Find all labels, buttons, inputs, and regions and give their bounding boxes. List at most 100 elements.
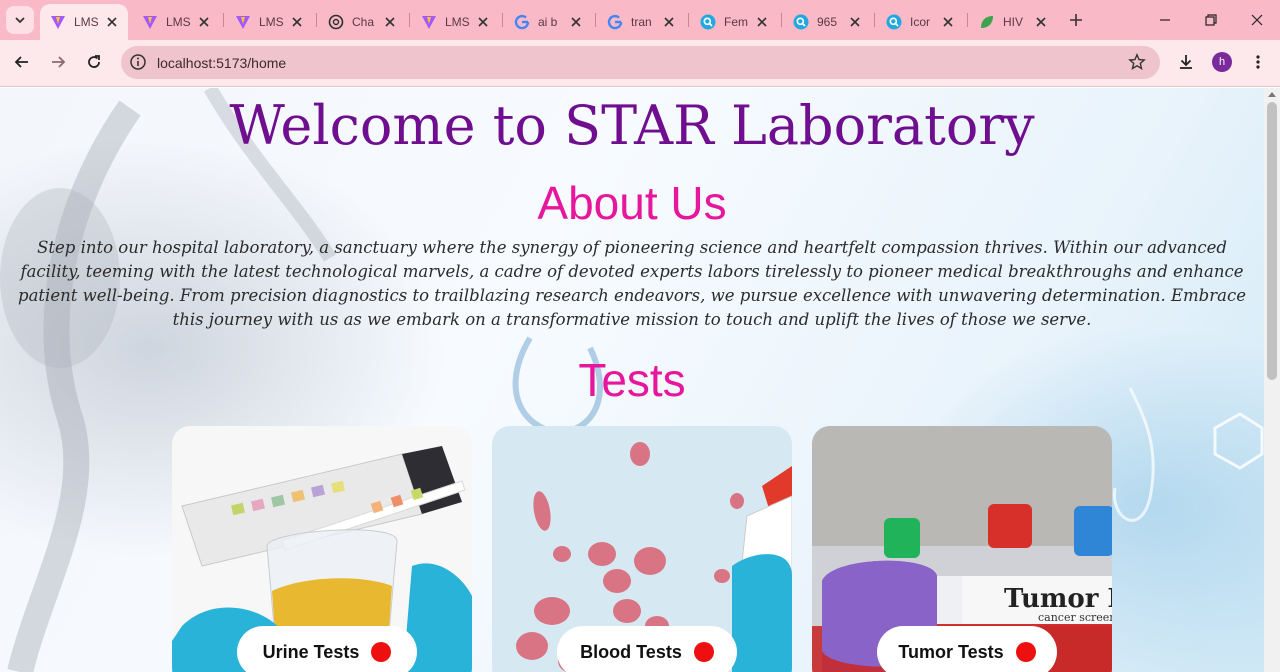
search-bubble-icon <box>700 14 716 30</box>
vite-icon <box>142 14 158 30</box>
tab-separator <box>409 13 410 27</box>
tab-separator <box>502 13 503 27</box>
page-viewport: Welcome to STAR Laboratory About Us Step… <box>0 88 1264 672</box>
vertical-scrollbar[interactable] <box>1264 88 1280 672</box>
tab-label: 965 <box>817 15 838 29</box>
vite-icon <box>235 14 251 30</box>
tab-search[interactable]: Fem <box>690 4 778 40</box>
status-dot-icon <box>693 642 714 662</box>
address-bar[interactable]: localhost:5173/home <box>121 46 1160 79</box>
close-icon[interactable] <box>289 14 305 30</box>
vite-icon <box>421 14 437 30</box>
back-button[interactable] <box>8 48 36 76</box>
info-icon[interactable] <box>129 53 147 71</box>
tab-search[interactable]: Icor <box>876 4 964 40</box>
tab-search[interactable]: 965 <box>783 4 871 40</box>
tab-separator <box>223 13 224 27</box>
tab-separator <box>967 13 968 27</box>
close-window-button[interactable] <box>1234 0 1280 40</box>
restore-button[interactable] <box>1188 0 1234 40</box>
test-card-tumor[interactable]: Tumor M cancer screen Tumor Tests <box>812 426 1112 672</box>
tab-lms[interactable]: LMS <box>411 4 499 40</box>
tab-separator <box>595 13 596 27</box>
arrow-right-icon <box>52 56 66 68</box>
blood-tests-button[interactable]: Blood Tests <box>557 626 737 672</box>
tab-hiv[interactable]: HIV <box>969 4 1057 40</box>
test-card-urine[interactable]: Urine Tests <box>172 426 472 672</box>
urine-tests-button[interactable]: Urine Tests <box>237 626 417 672</box>
minimize-icon <box>1160 19 1170 21</box>
browser-toolbar: localhost:5173/home h <box>0 40 1280 87</box>
tab-label: Fem <box>724 15 748 29</box>
tab-separator <box>781 13 782 27</box>
tab-lms[interactable]: LMS <box>132 4 220 40</box>
search-bubble-icon <box>793 14 809 30</box>
close-icon[interactable] <box>196 14 212 30</box>
close-icon[interactable] <box>661 14 677 30</box>
menu-button[interactable] <box>1244 48 1272 76</box>
leaf-icon <box>979 14 995 30</box>
tab-label: LMS <box>166 15 191 29</box>
scrollbar-thumb[interactable] <box>1267 102 1277 380</box>
tab-google[interactable]: tran <box>597 4 685 40</box>
close-icon[interactable] <box>754 14 770 30</box>
forward-button[interactable] <box>44 48 72 76</box>
tab-lms[interactable]: LMS <box>225 4 313 40</box>
tumor-image-subtext: cancer screen <box>1038 611 1112 624</box>
tab-label: HIV <box>1003 15 1024 29</box>
tab-label: ai b <box>538 15 558 29</box>
close-icon[interactable] <box>475 14 491 30</box>
tab-separator <box>688 13 689 27</box>
download-icon <box>1180 55 1192 69</box>
new-tab-button[interactable] <box>1064 8 1088 32</box>
test-card-blood[interactable]: Blood Tests <box>492 426 792 672</box>
reload-button[interactable] <box>80 48 108 76</box>
about-paragraph: Step into our hospital laboratory, a san… <box>18 238 1246 329</box>
downloads-button[interactable] <box>1172 48 1200 76</box>
url-text[interactable]: localhost:5173/home <box>157 55 286 71</box>
status-dot-icon <box>371 642 392 662</box>
close-icon[interactable] <box>847 14 863 30</box>
search-bubble-icon <box>886 14 902 30</box>
chatgpt-icon <box>328 14 344 30</box>
tab-google[interactable]: ai b <box>504 4 592 40</box>
tab-label: Cha <box>352 15 375 29</box>
tab-label: LMS <box>259 15 284 29</box>
kebab-menu-icon <box>1256 55 1260 69</box>
close-icon[interactable] <box>1033 14 1049 30</box>
profile-avatar[interactable]: h <box>1212 52 1232 72</box>
minimize-button[interactable] <box>1142 0 1188 40</box>
close-icon <box>1251 14 1263 26</box>
arrow-left-icon <box>14 56 28 68</box>
tab-label: LMS <box>74 15 99 29</box>
about-heading: About Us <box>537 177 727 229</box>
close-icon[interactable] <box>568 14 584 30</box>
tab-lms-active[interactable]: LMS <box>40 4 128 40</box>
tab-separator <box>874 13 875 27</box>
card-label: Tumor Tests <box>898 641 1004 662</box>
reload-icon <box>88 55 100 68</box>
chevron-down-icon <box>15 17 25 24</box>
tumor-tests-button[interactable]: Tumor Tests <box>877 626 1057 672</box>
google-icon <box>514 14 530 30</box>
google-icon <box>607 14 623 30</box>
restore-icon <box>1205 14 1217 26</box>
close-icon[interactable] <box>940 14 956 30</box>
close-icon[interactable] <box>382 14 398 30</box>
tab-search-button[interactable] <box>6 6 34 34</box>
star-icon[interactable] <box>1128 53 1146 71</box>
tab-separator <box>316 13 317 27</box>
tab-label: tran <box>631 15 652 29</box>
tests-heading: Tests <box>578 354 686 406</box>
tab-chatgpt[interactable]: Cha <box>318 4 406 40</box>
tab-label: Icor <box>910 15 931 29</box>
close-icon[interactable] <box>104 14 120 30</box>
scroll-up-icon[interactable] <box>1268 92 1276 97</box>
vite-icon <box>50 14 66 30</box>
card-label: Blood Tests <box>580 641 682 662</box>
card-label: Urine Tests <box>262 641 360 662</box>
tumor-image-text: Tumor M <box>1004 584 1112 614</box>
page-title: Welcome to STAR Laboratory <box>229 94 1035 157</box>
plus-icon <box>1070 14 1082 26</box>
status-dot-icon <box>1015 642 1036 662</box>
